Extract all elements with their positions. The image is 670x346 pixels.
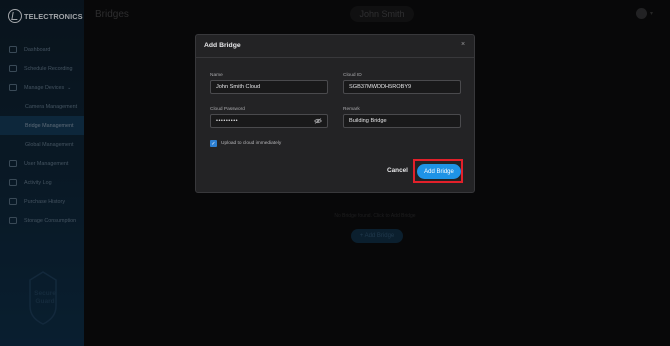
name-label: Name [210,73,223,78]
highlight-box [413,159,463,183]
modal-header: Add Bridge × [196,35,474,58]
close-icon[interactable]: × [461,41,465,48]
cloud-password-label: Cloud Password [210,107,245,112]
name-field[interactable]: John Smith Cloud [210,80,328,94]
cloud-id-label: Cloud ID [343,73,362,78]
cancel-button[interactable]: Cancel [387,167,408,174]
modal-title: Add Bridge [204,42,241,49]
password-value: ••••••••• [216,118,239,124]
check-icon: ✓ [211,140,216,147]
remark-label: Remark [343,107,360,112]
eye-off-icon[interactable] [314,118,322,124]
upload-checkbox[interactable]: ✓ [210,140,217,147]
upload-checkbox-label: Upload to cloud immediately [221,141,282,146]
cloud-id-field[interactable]: SGB37MWDDH5ROBY9 [343,80,461,94]
cloud-password-field[interactable]: ••••••••• [210,114,328,128]
app-window: TELECTRONICS Dashboard Schedule Recordin… [0,0,670,346]
remark-field[interactable]: Building Bridge [343,114,461,128]
